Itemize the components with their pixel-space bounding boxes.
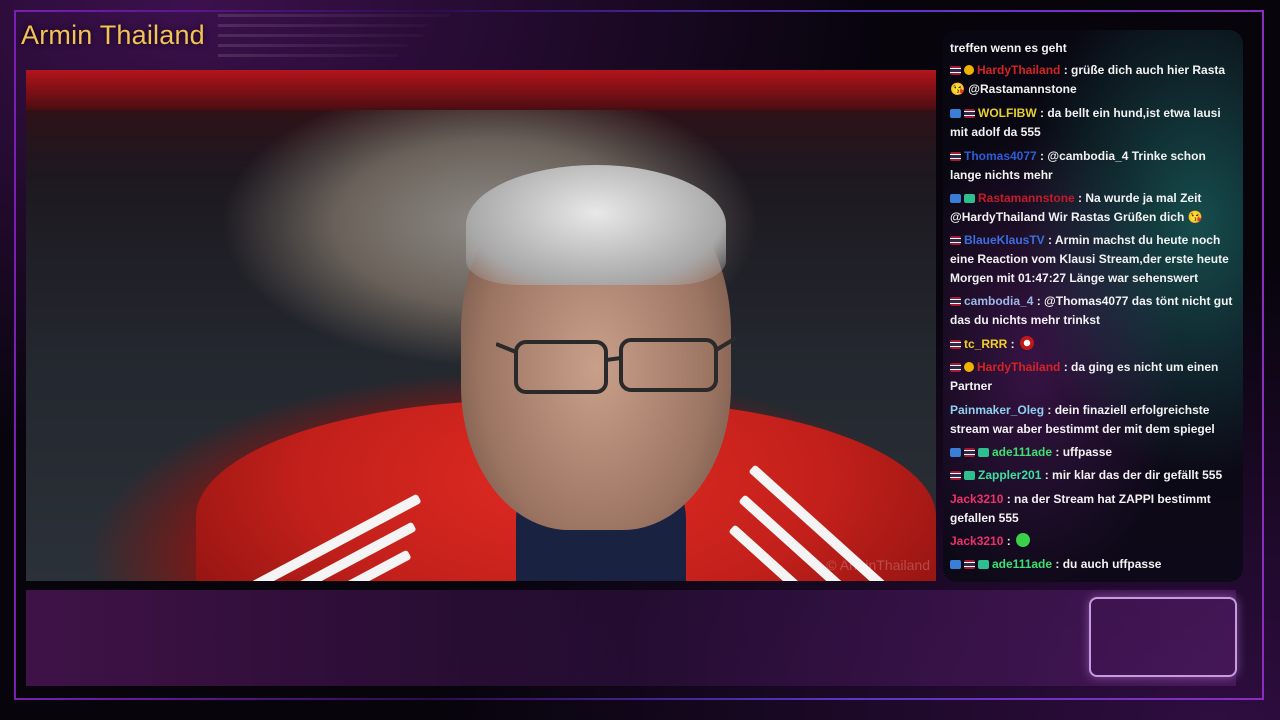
chat-message-text: : mir klar das der dir gefällt 555 <box>1041 468 1223 482</box>
decor-line <box>218 44 408 47</box>
chat-username[interactable]: HardyThailand <box>977 360 1060 374</box>
chat-username[interactable]: Painmaker_Oleg <box>950 403 1044 417</box>
chat-message: Painmaker_Oleg : dein finaziell erfolgre… <box>950 401 1238 439</box>
chat-username[interactable]: ade111ade <box>992 557 1052 571</box>
chat-username[interactable]: ade111ade <box>992 445 1052 459</box>
decor-line <box>218 24 428 27</box>
chat-panel[interactable]: treffen wenn es geht HardyThailand : grü… <box>943 30 1243 582</box>
chat-message: treffen wenn es geht <box>950 39 1238 58</box>
chat-message: HardyThailand : grüße dich auch hier Ras… <box>950 61 1238 99</box>
chat-message-text: : du auch uffpasse <box>1052 557 1162 571</box>
flag-badge-icon <box>964 109 975 118</box>
flag-badge-icon <box>950 363 961 372</box>
chat-message: ade111ade : du auch uffpasse <box>950 555 1238 574</box>
chat-username[interactable]: Thomas4077 <box>964 149 1037 163</box>
flag-badge-icon <box>950 471 961 480</box>
emote-icon <box>1020 336 1035 350</box>
chat-message: Jack3210 : <box>950 532 1238 551</box>
chat-message: BlaueKlausTV : Armin machst du heute noc… <box>950 231 1238 288</box>
chat-message: HardyThailand : da ging es nicht um eine… <box>950 358 1238 396</box>
chat-message: Zappler201 : mir klar das der dir gefäll… <box>950 466 1238 485</box>
emote-icon <box>1016 533 1031 547</box>
flag-badge-icon <box>950 236 961 245</box>
chat-message: cambodia_4 : @Thomas4077 das tönt nicht … <box>950 292 1238 330</box>
streamer-name-title: Armin Thailand <box>21 20 205 50</box>
webcam-watermark: © ArminThailand <box>826 557 930 573</box>
chat-username[interactable]: Jack3210 <box>950 534 1003 548</box>
decor-line <box>218 14 450 17</box>
chat-username[interactable]: Zappler201 <box>978 468 1041 482</box>
chat-message-text: : <box>1007 337 1019 351</box>
chat-message: Rastamannstone : Na wurde ja mal Zeit @H… <box>950 189 1238 227</box>
chat-message: WOLFIBW : da bellt ein hund,ist etwa lau… <box>950 104 1238 142</box>
chat-username[interactable]: Jack3210 <box>950 492 1003 506</box>
flag-badge-icon <box>950 297 961 306</box>
glasses-icon <box>496 336 736 394</box>
chat-message: Thomas4077 : @cambodia_4 Trinke schon la… <box>950 147 1238 185</box>
chat-username[interactable]: BlaueKlausTV <box>964 233 1045 247</box>
chat-message: ade111ade : uffpasse <box>950 443 1238 462</box>
flag-badge-icon <box>950 152 961 161</box>
flag-badge-icon <box>950 66 961 75</box>
background-red-light <box>26 70 936 110</box>
chat-username[interactable]: WOLFIBW <box>978 106 1037 120</box>
chat-username[interactable]: tc_RRR <box>964 337 1007 351</box>
subscriber-badge-icon <box>964 194 975 203</box>
chat-message-text: : <box>1003 534 1015 548</box>
chat-username[interactable]: HardyThailand <box>977 63 1060 77</box>
flag-badge-icon <box>964 448 975 457</box>
prime-badge-icon <box>950 194 961 203</box>
subscriber-badge-icon <box>978 560 989 569</box>
subscriber-badge-icon <box>978 448 989 457</box>
coin-badge-icon <box>964 65 974 75</box>
flag-badge-icon <box>964 560 975 569</box>
person-hair <box>466 165 726 285</box>
chat-message: Jack3210 : na der Stream hat ZAPPI besti… <box>950 490 1238 528</box>
subscriber-badge-icon <box>964 471 975 480</box>
coin-badge-icon <box>964 362 974 372</box>
chat-username[interactable]: Rastamannstone <box>978 191 1075 205</box>
decor-line <box>218 54 398 57</box>
webcam-feed: © ArminThailand <box>26 70 936 581</box>
prime-badge-icon <box>950 448 961 457</box>
decor-line <box>218 34 423 37</box>
chat-username[interactable]: cambodia_4 <box>964 294 1033 308</box>
chat-message-text: : uffpasse <box>1052 445 1113 459</box>
flag-badge-icon <box>950 340 961 349</box>
prime-badge-icon <box>950 560 961 569</box>
chat-message: tc_RRR : <box>950 335 1238 354</box>
bottom-info-bar <box>26 590 1236 686</box>
chat-message-text: treffen wenn es geht <box>950 41 1067 55</box>
alert-frame <box>1089 597 1237 677</box>
prime-badge-icon <box>950 109 961 118</box>
